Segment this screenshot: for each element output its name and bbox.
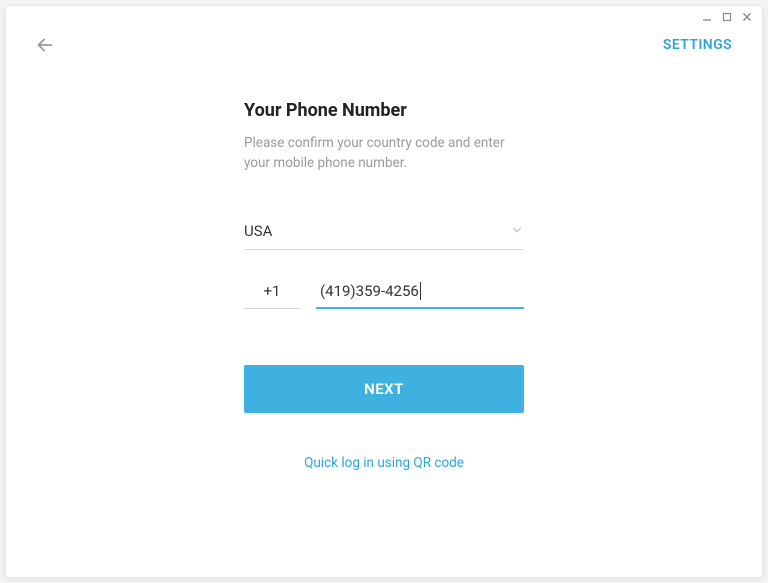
- dial-code-input[interactable]: +1: [244, 282, 300, 309]
- text-cursor: [420, 282, 421, 300]
- topbar: SETTINGS: [6, 6, 762, 56]
- page-subtitle: Please confirm your country code and ent…: [244, 133, 524, 174]
- qr-login-link[interactable]: Quick log in using QR code: [244, 455, 524, 471]
- app-window: SETTINGS Your Phone Number Please confir…: [5, 5, 763, 578]
- back-button[interactable]: [34, 34, 56, 56]
- phone-number-value: (419)359-4256: [320, 282, 419, 300]
- login-form: Your Phone Number Please confirm your co…: [244, 100, 524, 471]
- chevron-down-icon: [510, 222, 524, 241]
- minimize-icon[interactable]: [702, 12, 712, 22]
- country-label: USA: [244, 222, 272, 240]
- page-title: Your Phone Number: [244, 100, 524, 121]
- phone-number-input[interactable]: (419)359-4256: [316, 282, 524, 309]
- phone-row: +1 (419)359-4256: [244, 282, 524, 309]
- next-button[interactable]: NEXT: [244, 365, 524, 413]
- settings-link[interactable]: SETTINGS: [663, 37, 732, 53]
- maximize-icon[interactable]: [722, 12, 732, 22]
- close-icon[interactable]: [742, 12, 752, 22]
- country-select[interactable]: USA: [244, 222, 524, 250]
- window-controls: [702, 12, 752, 22]
